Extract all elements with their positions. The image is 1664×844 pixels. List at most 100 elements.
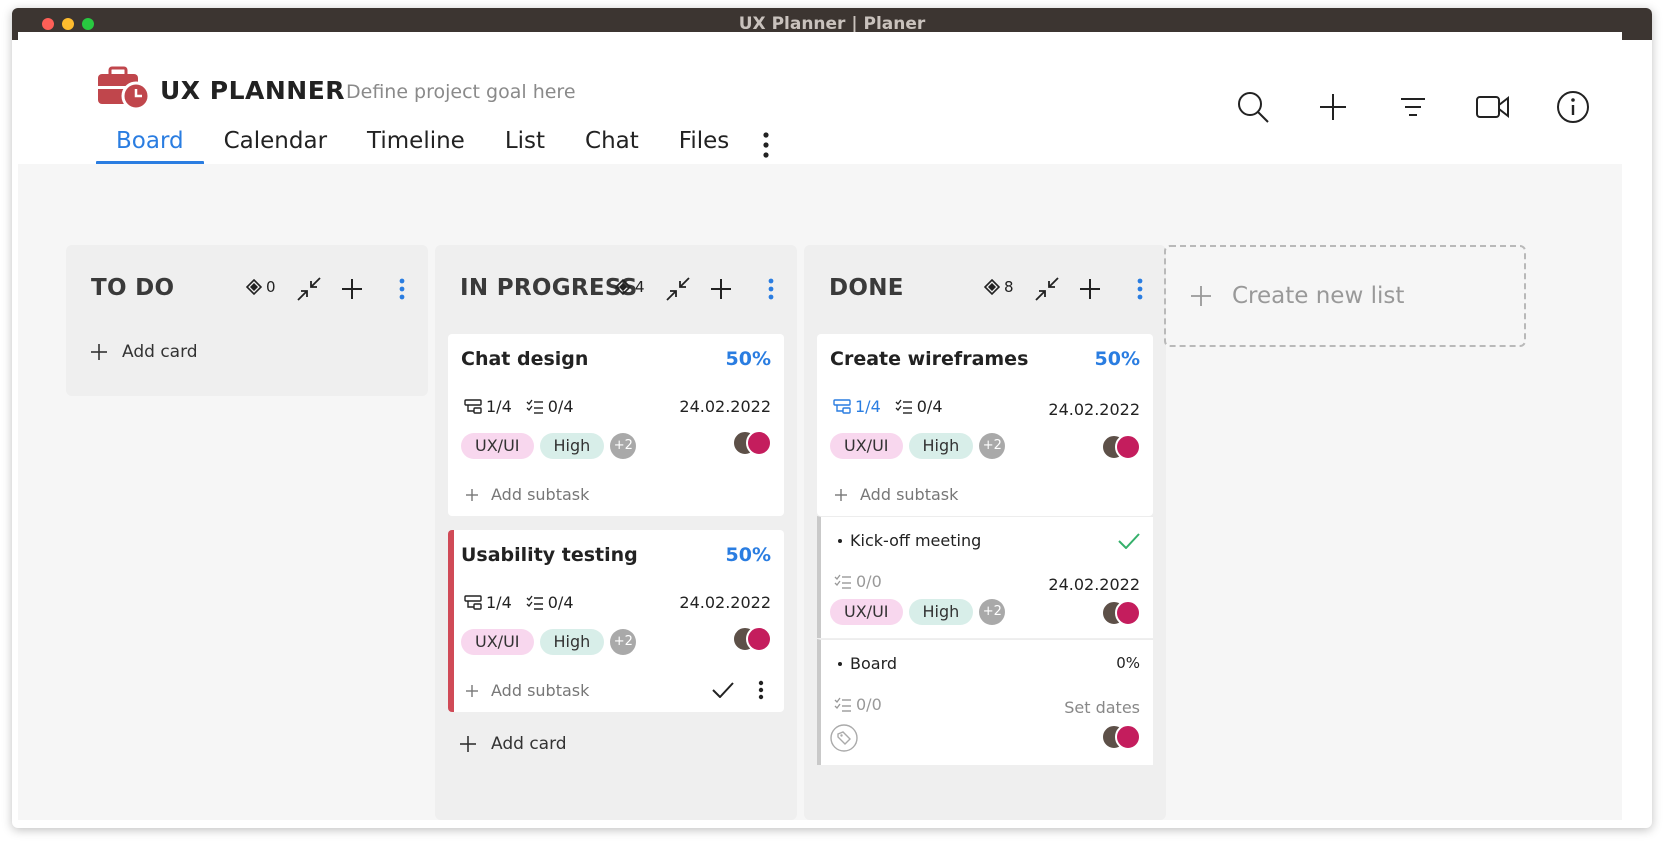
tag-ux-ui[interactable]: UX/UI <box>830 599 903 625</box>
add-subtask-button[interactable]: Add subtask <box>465 485 589 504</box>
assignee-avatars[interactable] <box>1101 600 1141 626</box>
subtask-title: Board <box>838 654 897 673</box>
card-meta: 1/4 0/4 <box>833 397 943 416</box>
add-subtask-label: Add subtask <box>491 485 590 504</box>
tab-files[interactable]: Files <box>659 126 749 166</box>
add-card-button[interactable]: Add card <box>459 734 567 754</box>
search-button[interactable] <box>1234 88 1272 126</box>
subtask-count-value: 1/4 <box>855 397 881 416</box>
checklist-count-value: 0/4 <box>547 593 574 612</box>
subtask-icon <box>464 594 482 610</box>
subtask-item[interactable]: Board 0% 0/0 Set dates <box>817 639 1153 765</box>
add-subtask-label: Add subtask <box>860 485 959 504</box>
column-header: IN PROGRESS 4 <box>435 245 797 331</box>
due-date[interactable]: 24.02.2022 <box>679 397 771 416</box>
tab-timeline[interactable]: Timeline <box>347 126 485 166</box>
tag-priority[interactable]: High <box>908 433 974 459</box>
tab-board[interactable]: Board <box>96 126 204 166</box>
card-count: 4 <box>615 278 645 296</box>
checklist-count: 0/0 <box>834 695 882 714</box>
video-icon <box>1476 95 1509 119</box>
checklist-icon <box>895 399 912 414</box>
subtask-count-value: 1/4 <box>486 593 512 612</box>
video-call-button[interactable] <box>1474 88 1512 126</box>
vertical-dots-icon <box>763 132 769 158</box>
column-menu-button[interactable] <box>1127 276 1153 302</box>
card-progress: 50% <box>1094 348 1140 370</box>
column-menu-button[interactable] <box>389 276 415 302</box>
kanban-board: TO DO 0 Add card IN PROGRESS 4 Chat desi… <box>18 164 1622 820</box>
subtask-title: Kick-off meeting <box>838 531 981 550</box>
collapse-column-button[interactable] <box>1034 276 1060 302</box>
plus-icon <box>466 684 478 697</box>
vertical-dots-icon <box>1137 278 1143 300</box>
check-icon[interactable] <box>712 682 734 698</box>
subtask-count[interactable]: 1/4 <box>833 397 881 416</box>
assignee-avatars[interactable] <box>1101 434 1141 460</box>
tag-ux-ui[interactable]: UX/UI <box>461 433 534 459</box>
create-new-list-button[interactable]: Create new list <box>1164 245 1526 347</box>
add-card-button[interactable]: Add card <box>90 342 198 362</box>
collapse-column-button[interactable] <box>665 276 691 302</box>
more-tags-badge[interactable]: +2 <box>610 629 637 655</box>
column-header: DONE 8 <box>804 245 1166 331</box>
tag-list: UX/UI High +2 <box>461 629 637 655</box>
more-tabs-button[interactable] <box>749 126 783 166</box>
checklist-count: 0/4 <box>526 593 574 612</box>
assignee-avatars[interactable] <box>732 626 772 652</box>
more-tags-badge[interactable]: +2 <box>979 433 1006 459</box>
add-subtask-button[interactable]: Add subtask <box>465 681 589 700</box>
create-new-list-label: Create new list <box>1232 283 1405 309</box>
card-meta: 1/4 0/4 <box>464 397 574 416</box>
window-title: UX Planner | Planer <box>738 14 926 34</box>
card-count-value: 4 <box>635 278 645 296</box>
checklist-count: 0/4 <box>895 397 943 416</box>
add-card-header-button[interactable] <box>708 276 734 302</box>
vertical-dots-icon[interactable] <box>758 680 764 700</box>
plus-icon <box>1320 94 1346 120</box>
plus-icon <box>91 344 107 360</box>
info-button[interactable] <box>1554 88 1592 126</box>
column-menu-button[interactable] <box>758 276 784 302</box>
assignee-avatars[interactable] <box>1101 724 1141 750</box>
tab-chat[interactable]: Chat <box>565 126 659 166</box>
collapse-column-button[interactable] <box>296 276 322 302</box>
add-tag-icon[interactable] <box>830 724 858 752</box>
add-subtask-button[interactable]: Add subtask <box>834 485 958 504</box>
task-card[interactable]: Create wireframes 50% 1/4 0/4 24.02.2022… <box>817 334 1153 516</box>
checklist-count-value: 0/0 <box>856 572 882 591</box>
tag-priority[interactable]: High <box>539 433 605 459</box>
due-date[interactable]: 24.02.2022 <box>679 593 771 612</box>
plus-icon <box>835 488 847 501</box>
add-card-label: Add card <box>491 734 567 754</box>
column-in-progress: IN PROGRESS 4 Chat design 50% 1/4 0/4 24… <box>435 245 797 820</box>
more-tags-badge[interactable]: +2 <box>979 599 1006 625</box>
checklist-count-value: 0/4 <box>916 397 943 416</box>
add-card-header-button[interactable] <box>1077 276 1103 302</box>
column-todo: TO DO 0 Add card <box>66 245 428 396</box>
due-date[interactable]: 24.02.2022 <box>1048 400 1140 419</box>
subtask-item[interactable]: Kick-off meeting 0/0 24.02.2022 UX/UI Hi… <box>817 516 1153 638</box>
tag-priority[interactable]: High <box>539 629 605 655</box>
task-card[interactable]: Chat design 50% 1/4 0/4 24.02.2022 UX/UI… <box>448 334 784 516</box>
add-card-header-button[interactable] <box>339 276 365 302</box>
assignee-avatars[interactable] <box>732 430 772 456</box>
vertical-dots-icon <box>768 278 774 300</box>
diamond-icon <box>246 279 262 295</box>
check-done-icon[interactable] <box>1118 533 1140 549</box>
set-dates-button[interactable]: Set dates <box>1064 698 1140 717</box>
column-header: TO DO 0 <box>66 245 428 331</box>
tab-calendar[interactable]: Calendar <box>204 126 347 166</box>
filter-button[interactable] <box>1394 88 1432 126</box>
tag-ux-ui[interactable]: UX/UI <box>830 433 903 459</box>
add-button[interactable] <box>1314 88 1352 126</box>
tag-ux-ui[interactable]: UX/UI <box>461 629 534 655</box>
due-date[interactable]: 24.02.2022 <box>1048 575 1140 594</box>
project-goal-input[interactable]: Define project goal here <box>346 81 576 103</box>
tag-priority[interactable]: High <box>908 599 974 625</box>
subtask-title-text: Kick-off meeting <box>850 531 982 550</box>
more-tags-badge[interactable]: +2 <box>610 433 637 459</box>
tab-list[interactable]: List <box>485 126 565 166</box>
task-card[interactable]: Usability testing 50% 1/4 0/4 24.02.2022… <box>448 530 784 712</box>
column-done: DONE 8 Create wireframes 50% 1/4 0/4 24.… <box>804 245 1166 820</box>
